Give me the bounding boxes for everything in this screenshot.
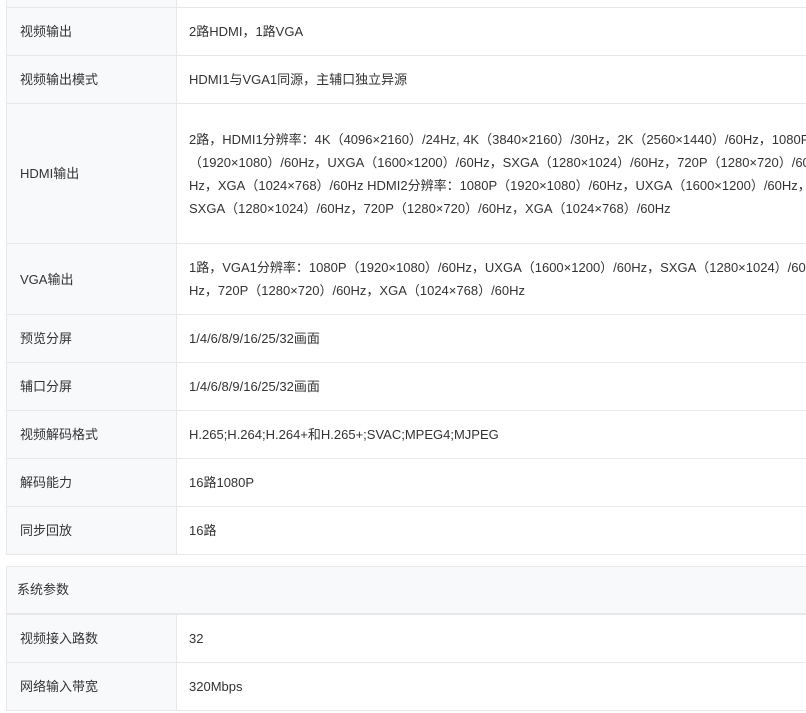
row-value: 32 <box>176 614 806 663</box>
spec-table-system: 视频接入路数 32 网络输入带宽 320Mbps <box>6 614 806 711</box>
table-row: 网络输入带宽 320Mbps <box>6 662 806 711</box>
row-value: 2路HDMI，1路VGA <box>176 7 806 56</box>
table-row: 辅口分屏 1/4/6/8/9/16/25/32画面 <box>6 362 806 411</box>
table-row: 预览分屏 1/4/6/8/9/16/25/32画面 <box>6 314 806 363</box>
row-label: 视频解码格式 <box>6 410 177 459</box>
row-label: VGA输出 <box>6 243 177 315</box>
section-title-system-params: 系统参数 <box>6 566 806 614</box>
row-value: 2路，HDMI1分辨率：4K（4096×2160）/24Hz, 4K（3840×… <box>176 103 806 244</box>
table-row: 视频输出 2路HDMI，1路VGA <box>6 7 806 56</box>
table-row: 解码能力 16路1080P <box>6 458 806 507</box>
row-label: 网络输入带宽 <box>6 662 177 711</box>
row-label: 预览分屏 <box>6 314 177 363</box>
row-value: 16路1080P <box>176 458 806 507</box>
table-row: 同步回放 16路 <box>6 506 806 555</box>
spec-table-video: 视频输出 2路HDMI，1路VGA 视频输出模式 HDMI1与VGA1同源，主辅… <box>6 0 806 555</box>
row-value: 1/4/6/8/9/16/25/32画面 <box>176 314 806 363</box>
table-row: 视频接入路数 32 <box>6 614 806 663</box>
spec-page: 视频输出 2路HDMI，1路VGA 视频输出模式 HDMI1与VGA1同源，主辅… <box>0 0 806 713</box>
row-value <box>176 0 806 8</box>
table-row: 视频输出模式 HDMI1与VGA1同源，主辅口独立异源 <box>6 55 806 104</box>
row-label: 视频接入路数 <box>6 614 177 663</box>
row-value: HDMI1与VGA1同源，主辅口独立异源 <box>176 55 806 104</box>
row-label: 解码能力 <box>6 458 177 507</box>
row-value: 1/4/6/8/9/16/25/32画面 <box>176 362 806 411</box>
row-label: 同步回放 <box>6 506 177 555</box>
row-value: H.265;H.264;H.264+和H.265+;SVAC;MPEG4;MJP… <box>176 410 806 459</box>
table-row: VGA输出 1路，VGA1分辨率：1080P（1920×1080）/60Hz，U… <box>6 243 806 315</box>
row-label: 辅口分屏 <box>6 362 177 411</box>
row-value: 320Mbps <box>176 662 806 711</box>
row-label <box>6 0 177 8</box>
row-value: 1路，VGA1分辨率：1080P（1920×1080）/60Hz，UXGA（16… <box>176 243 806 315</box>
table-row: 视频解码格式 H.265;H.264;H.264+和H.265+;SVAC;MP… <box>6 410 806 459</box>
row-label: HDMI输出 <box>6 103 177 244</box>
section-gap <box>0 555 806 566</box>
row-value: 16路 <box>176 506 806 555</box>
table-row <box>6 0 806 8</box>
row-label: 视频输出 <box>6 7 177 56</box>
row-label: 视频输出模式 <box>6 55 177 104</box>
table-row: HDMI输出 2路，HDMI1分辨率：4K（4096×2160）/24Hz, 4… <box>6 103 806 244</box>
